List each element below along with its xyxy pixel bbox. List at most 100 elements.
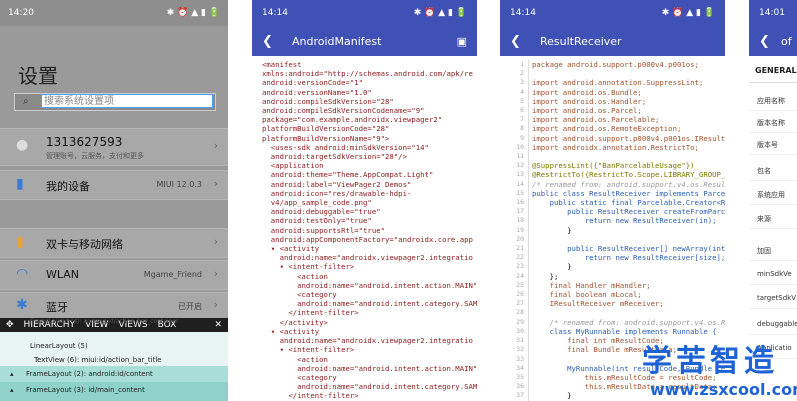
code-line: final boolean mLocal;: [532, 290, 642, 300]
line-number: 17: [516, 207, 524, 216]
tab-general[interactable]: GENERAL: [755, 66, 797, 75]
my-device-row[interactable]: ▮ 我的设备 MIUI 12.0.3 ›: [0, 170, 228, 200]
code-line: return new ResultReceiver[size];: [532, 253, 725, 263]
bluetooth-label: 蓝牙: [46, 301, 68, 314]
tree-node[interactable]: FrameLayout (4): android:id/action_bar_c…: [30, 318, 179, 325]
code-line: platformBuildVersionCode="28": [262, 124, 390, 134]
code-line: return new ResultReceiver(in);: [532, 216, 717, 226]
code-line: android:name="android.intent.action.MAIN…: [262, 363, 477, 373]
app-bar: 14:14 ✱ ⏰ ▲ ▮ 🔋 ❮ AndroidManifest ▣: [252, 0, 477, 56]
back-arrow-icon[interactable]: ❮: [262, 34, 276, 49]
save-icon[interactable]: ▣: [457, 35, 467, 48]
code-line: <category: [262, 372, 337, 382]
account-label: 1313627593: [46, 135, 123, 149]
property-label: 应用名称: [757, 97, 785, 105]
property-divider: [749, 308, 797, 309]
page-title: AndroidManifest: [292, 34, 382, 48]
line-number: 37: [516, 391, 524, 400]
code-line: android:appComponentFactory="androidx.co…: [262, 234, 473, 244]
property-divider: [749, 334, 797, 335]
code-line: IResultReceiver mReceiver;: [532, 299, 664, 309]
code-line: <uses-sdk android:minSdkVersion="14": [262, 142, 429, 152]
search-bar[interactable]: ⌕ 搜索系统设置项: [14, 93, 216, 111]
line-number: 19: [516, 225, 524, 234]
property-divider: [749, 154, 797, 155]
line-number: 33: [516, 354, 524, 363]
tree-node-row[interactable]: ▴ FrameLayout (3): id/main_content: [0, 382, 228, 401]
wlan-label: WLAN: [46, 268, 80, 281]
code-line: import android.os.RemoteException;: [532, 124, 682, 134]
wlan-row[interactable]: ◠ WLAN Mgame_Friend ›: [0, 260, 228, 290]
close-icon[interactable]: ✕: [214, 320, 222, 330]
xml-code-view[interactable]: <manifest xmlns:android="http://schemas.a…: [262, 60, 477, 401]
status-bar: 14:14 ✱ ⏰ ▲ ▮ 🔋: [252, 0, 477, 26]
line-number: 29: [516, 317, 524, 326]
my-device-label: 我的设备: [46, 180, 90, 193]
code-line: <manifest: [262, 60, 302, 69]
gutter-divider: [528, 60, 529, 401]
code-line: package android.support.p000v4.p001os;: [532, 60, 699, 69]
line-number: 21: [516, 244, 524, 253]
avatar: ●: [16, 137, 29, 153]
line-number: 35: [516, 372, 524, 381]
code-line: android:versionCode="1": [262, 78, 364, 88]
tree-node[interactable]: TextView (6): miui:id/action_bar_title: [34, 356, 162, 364]
code-line: android:name="android.intent.action.MAIN…: [262, 280, 477, 290]
code-line: ▾ <activity: [262, 244, 320, 254]
property-label: 包名: [757, 167, 771, 175]
property-label: minSdkVe: [757, 270, 792, 278]
code-line: android:supportsRtl="true": [262, 225, 386, 235]
code-line: ▾ <intent-filter>: [262, 345, 355, 355]
search-icon: ⌕: [23, 96, 29, 107]
line-number: 18: [516, 216, 524, 225]
back-arrow-icon[interactable]: ❮: [510, 34, 524, 49]
account-row[interactable]: ● 1313627593 管理账号，云服务，支付和更多 ›: [0, 128, 228, 166]
line-numbers: 1 2 3 4 5 6 7 8 9 10 11 12 13 14 15 16 17 18 19 20 21 22 23 24 2…: [510, 60, 524, 401]
code-line: v4/app_sample_code.png": [262, 198, 372, 208]
code-line: </intent-filter>: [262, 391, 359, 401]
tree-node-row[interactable]: ▴ FrameLayout (2): android:id/content: [0, 366, 228, 382]
page-title: of: [781, 34, 792, 48]
wifi-icon: ◠: [16, 266, 29, 282]
property-divider: [749, 204, 797, 205]
move-icon[interactable]: ✥: [6, 320, 14, 330]
code-line: android:icon="res/drawable-hdpi-: [262, 188, 412, 198]
manifest-phone: 14:14 ✱ ⏰ ▲ ▮ 🔋 ❮ AndroidManifest ▣ <man…: [252, 0, 477, 401]
chevron-right-icon: ›: [213, 177, 218, 190]
property-divider: [749, 260, 797, 261]
sim-icon: ▮: [16, 234, 24, 250]
property-label: 加固: [757, 247, 771, 255]
property-divider: [749, 110, 797, 111]
code-line: xmlns:android="http://schemas.android.co…: [262, 69, 473, 79]
watermark-url: www.zsxcool.com: [650, 380, 797, 399]
line-number: 6: [520, 106, 524, 115]
tree-node[interactable]: LinearLayout (5): [30, 342, 88, 350]
code-line: public ResultReceiver createFromParce: [532, 207, 725, 217]
back-arrow-icon[interactable]: ❮: [759, 34, 773, 49]
code-line: android:name="android.intent.category.SA…: [262, 299, 477, 309]
bluetooth-icon: ✱: [16, 297, 28, 313]
line-number: 1: [520, 60, 524, 68]
bluetooth-row[interactable]: ✱ 蓝牙 已开启 ›: [0, 292, 228, 320]
code-line: android:name="android.intent.category.SA…: [262, 382, 477, 392]
code-line: android:theme="Theme.AppCompat.Light": [262, 170, 434, 180]
search-input[interactable]: 搜索系统设置项: [41, 94, 213, 108]
line-number: 4: [520, 87, 524, 96]
line-number: 13: [516, 170, 524, 179]
dual-sim-row[interactable]: ▮ 双卡与移动网络 ›: [0, 228, 228, 258]
code-line: android:targetSdkVersion="28"/>: [262, 152, 407, 162]
line-number: 32: [516, 345, 524, 354]
code-line: platformBuildVersionName="9">: [262, 133, 390, 143]
code-line: /* renamed from: android.support.v4.os.R…: [532, 317, 725, 327]
chevron-right-icon: ›: [213, 267, 218, 280]
property-divider: [749, 132, 797, 133]
code-line: <action: [262, 271, 328, 281]
line-number: 28: [516, 308, 524, 317]
code-line: ▾ <activity: [262, 326, 320, 336]
status-icons: ✱ ⏰ ▲ ▮ 🔋: [661, 8, 715, 18]
code-line: final Handler mHandler;: [532, 280, 651, 290]
code-line: ▾ <intent-filter>: [262, 262, 355, 272]
code-line: <action: [262, 354, 328, 364]
status-bar: 14:20 ✱ ⏰ ▲ ▮ 🔋: [0, 0, 228, 26]
